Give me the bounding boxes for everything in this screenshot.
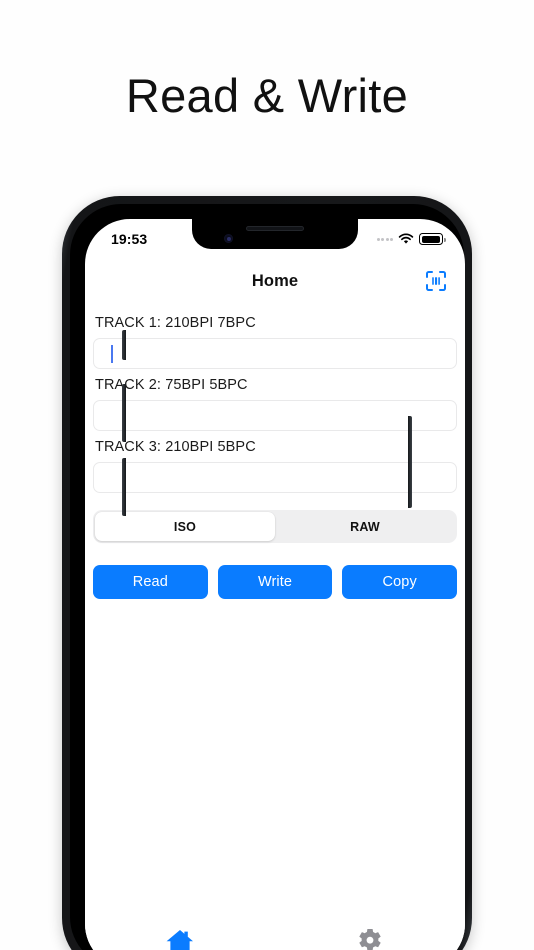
mute-switch-button[interactable]	[122, 330, 126, 360]
track-3-group: TRACK 3: 210BPI 5BPC	[93, 439, 457, 493]
track-2-input[interactable]	[93, 400, 457, 431]
read-button[interactable]: Read	[93, 565, 208, 599]
track-2-input-wrap	[93, 400, 457, 431]
tab-item-settings[interactable]	[275, 921, 465, 950]
nav-title: Home	[251, 271, 299, 290]
volume-down-button[interactable]	[122, 458, 126, 516]
status-bar-time: 19:53	[111, 231, 148, 247]
track-1-input[interactable]	[93, 338, 457, 369]
status-bar-indicators	[376, 233, 446, 245]
navigation-bar: Home	[85, 259, 465, 303]
wifi-icon	[398, 233, 414, 244]
phone-bezel: 19:53 Home TRACK 1: 210BPI 7BPC TRACK 2:…	[70, 204, 465, 950]
copy-button[interactable]: Copy	[342, 565, 458, 599]
phone-screen: 19:53 Home TRACK 1: 210BPI 7BPC TRACK 2:…	[85, 219, 465, 950]
home-icon	[166, 930, 193, 950]
barcode-scan-button[interactable]	[423, 268, 449, 294]
tab-bar	[85, 921, 465, 950]
track-3-input[interactable]	[93, 462, 457, 493]
front-camera-icon	[224, 234, 233, 243]
earpiece-speaker-icon	[246, 226, 304, 231]
track-1-group: TRACK 1: 210BPI 7BPC	[93, 315, 457, 369]
write-button[interactable]: Write	[217, 565, 333, 599]
battery-full-icon	[419, 233, 446, 245]
barcode-scan-icon	[426, 271, 446, 291]
power-button[interactable]	[408, 416, 412, 508]
segment-iso[interactable]: ISO	[95, 512, 275, 541]
gear-icon	[359, 929, 381, 950]
track-3-input-wrap	[93, 462, 457, 493]
volume-up-button[interactable]	[122, 384, 126, 442]
signal-dots-icon	[376, 237, 393, 241]
segment-raw[interactable]: RAW	[275, 512, 455, 541]
page-title: Read & Write	[125, 69, 409, 122]
phone-notch	[192, 219, 358, 249]
text-caret	[111, 345, 113, 363]
tab-item-home[interactable]	[85, 921, 275, 950]
track-2-label: TRACK 2: 75BPI 5BPC	[95, 377, 248, 393]
track-3-label: TRACK 3: 210BPI 5BPC	[95, 439, 256, 455]
track-2-group: TRACK 2: 75BPI 5BPC	[93, 377, 457, 431]
phone-device-frame: 19:53 Home TRACK 1: 210BPI 7BPC TRACK 2:…	[62, 196, 472, 950]
track-1-label: TRACK 1: 210BPI 7BPC	[95, 315, 256, 331]
format-segmented-control[interactable]: ISO RAW	[93, 510, 457, 543]
track-1-input-wrap	[93, 338, 457, 369]
action-button-row: Read Write Copy	[93, 565, 458, 599]
